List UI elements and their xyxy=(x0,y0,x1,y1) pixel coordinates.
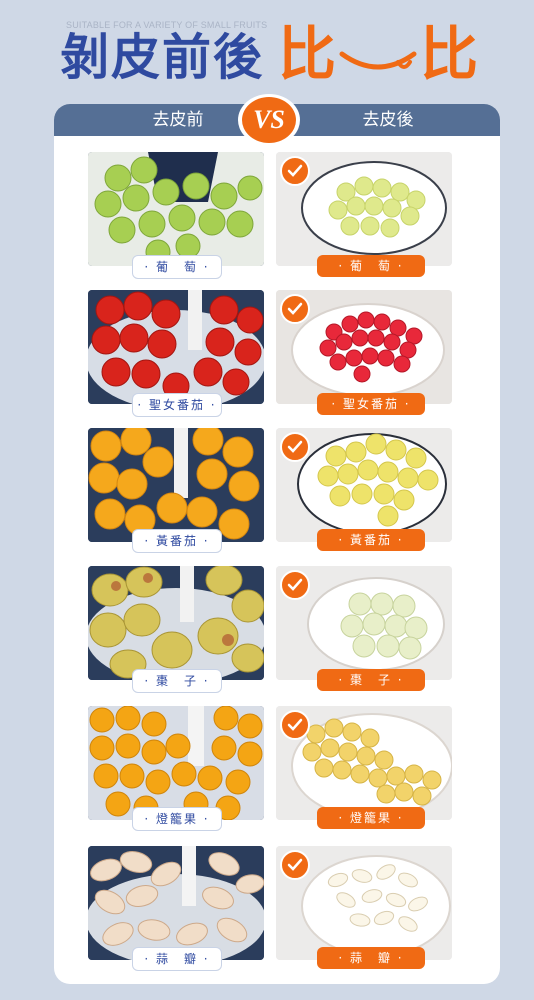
check-icon xyxy=(280,850,310,880)
jujube-before-photo xyxy=(88,566,264,680)
before-heading: 去皮前 xyxy=(152,110,204,130)
compare-char-left: 比 xyxy=(278,20,337,88)
before-label-garlic: · 蒜 瓣 · xyxy=(132,947,222,971)
before-label-yellow-tomato: · 黃番茄 · xyxy=(132,529,222,553)
page-title: 剝皮前後 xyxy=(60,29,265,86)
check-icon xyxy=(280,294,310,324)
after-label-jujube: · 棗 子 · xyxy=(317,669,425,691)
after-label-physalis: · 燈籠果 · xyxy=(317,807,425,829)
check-icon xyxy=(280,432,310,462)
after-label-garlic: · 蒜 瓣 · xyxy=(317,947,425,969)
cherry-tomato-before-photo xyxy=(88,290,264,404)
after-label-cherry-tomato: · 聖女番茄 · xyxy=(317,393,425,415)
after-heading: 去皮後 xyxy=(362,110,414,130)
before-label-cherry-tomato: · 聖女番茄 · xyxy=(132,393,222,417)
compare-char-right: 比 xyxy=(420,20,479,88)
after-label-grape: · 葡 萄 · xyxy=(317,255,425,277)
after-label-yellow-tomato: · 黃番茄 · xyxy=(317,529,425,551)
check-icon xyxy=(280,710,310,740)
physalis-before-photo xyxy=(88,706,264,820)
before-label-jujube: · 棗 子 · xyxy=(132,669,222,693)
check-icon xyxy=(280,570,310,600)
vs-badge: VS xyxy=(242,97,296,143)
before-label-physalis: · 燈籠果 · xyxy=(132,807,222,831)
before-label-grape: · 葡 萄 · xyxy=(132,255,222,279)
smile-icon xyxy=(339,51,417,70)
yellow-tomato-before-photo xyxy=(88,428,264,542)
grape-before-photo xyxy=(88,152,264,266)
check-icon xyxy=(280,156,310,186)
garlic-before-photo xyxy=(88,846,264,960)
